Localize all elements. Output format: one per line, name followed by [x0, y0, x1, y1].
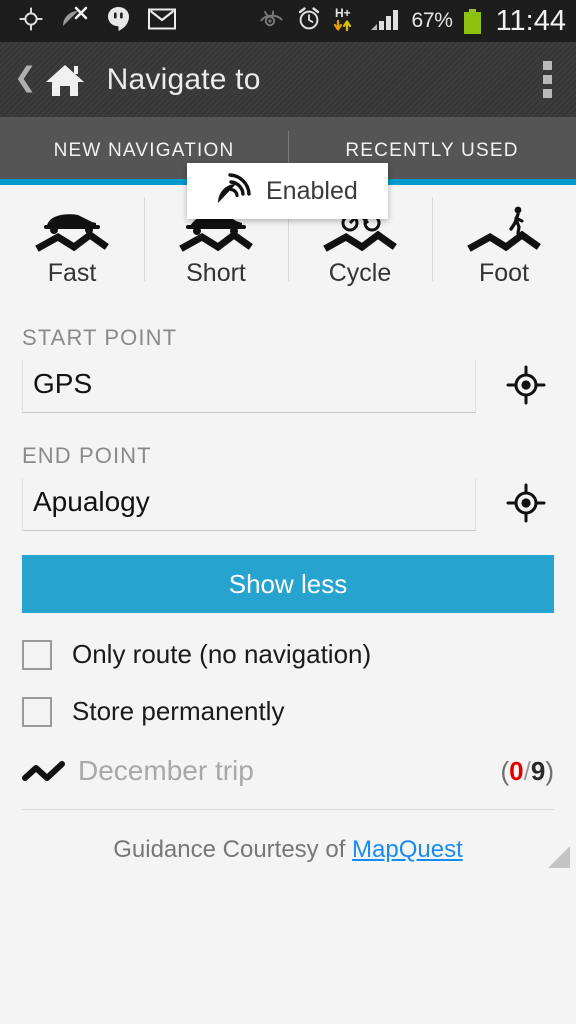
- option-only-route[interactable]: Only route (no navigation): [0, 639, 576, 670]
- route-mode-short-label: Short: [186, 259, 246, 287]
- footer-divider: [22, 809, 554, 810]
- hplus-data-icon: H+: [333, 5, 359, 38]
- eye-off-icon: [259, 9, 285, 34]
- route-mode-fast[interactable]: Fast: [0, 193, 144, 295]
- tab-new-navigation-label: NEW NAVIGATION: [53, 140, 235, 161]
- trip-count-paren-open: (: [500, 755, 510, 786]
- route-mode-foot-label: Foot: [478, 259, 530, 287]
- battery-percent-label: 67%: [411, 9, 453, 32]
- app-screen: H+ 67% 11:44 ❮ Navigate to NEW NAVIGATIO…: [0, 0, 576, 1024]
- store-permanently-label: Store permanently: [72, 696, 285, 726]
- battery-icon: [463, 8, 481, 34]
- svg-text:H+: H+: [335, 6, 351, 20]
- my-location-icon-start[interactable]: [498, 357, 554, 413]
- only-route-checkbox[interactable]: [22, 639, 52, 670]
- status-bar: H+ 67% 11:44: [0, 0, 576, 42]
- trip-count: (0/9): [500, 756, 554, 787]
- route-mode-foot[interactable]: Foot: [432, 193, 576, 295]
- gps-enabled-toast: Enabled: [187, 163, 388, 219]
- resize-grip-handle[interactable]: [548, 846, 570, 868]
- trip-count-done: 0: [509, 755, 524, 786]
- start-point-block: START POINT GPS: [0, 325, 576, 413]
- footer-text: Guidance Courtesy of: [113, 836, 346, 863]
- footer-attribution: Guidance Courtesy of MapQuest: [0, 836, 576, 864]
- gmail-icon: [148, 8, 176, 35]
- gps-crosshair-icon: [18, 6, 44, 37]
- tab-recently-used-label: RECENTLY USED: [345, 140, 519, 161]
- status-bar-left-icons: [18, 6, 176, 37]
- page-title: Navigate to: [106, 62, 261, 96]
- store-permanently-checkbox[interactable]: [22, 696, 52, 727]
- walking-route-icon: [458, 205, 550, 257]
- end-point-row: Apualogy: [22, 475, 554, 531]
- trip-count-total: 9: [530, 755, 546, 786]
- trip-name: December trip: [78, 755, 254, 786]
- trip-row[interactable]: December trip (0/9): [0, 743, 576, 799]
- back-chevron-icon[interactable]: ❮: [10, 64, 41, 95]
- end-point-input[interactable]: Apualogy: [22, 478, 476, 531]
- end-point-label: END POINT: [22, 443, 152, 468]
- satellite-off-icon: [61, 6, 89, 37]
- mapquest-link[interactable]: MapQuest: [352, 836, 463, 863]
- start-point-row: GPS: [22, 357, 554, 413]
- only-route-label: Only route (no navigation): [72, 639, 372, 669]
- convertible-car-route-icon: [26, 205, 118, 257]
- route-zigzag-icon: [22, 758, 68, 784]
- home-icon[interactable]: [43, 58, 87, 102]
- my-location-icon-end[interactable]: [498, 475, 554, 531]
- start-point-label: START POINT: [22, 325, 178, 350]
- end-point-block: END POINT Apualogy: [0, 443, 576, 531]
- action-bar: ❮ Navigate to: [0, 42, 576, 117]
- route-mode-fast-label: Fast: [47, 259, 97, 287]
- option-store-permanently[interactable]: Store permanently: [0, 696, 576, 727]
- toast-label: Enabled: [266, 176, 358, 205]
- route-mode-cycle-label: Cycle: [328, 259, 392, 287]
- alarm-icon: [296, 6, 322, 37]
- signal-bars-icon: [370, 7, 400, 36]
- show-less-button[interactable]: Show less: [22, 555, 554, 613]
- status-bar-right-icons: H+ 67% 11:44: [259, 5, 566, 38]
- overflow-menu-icon[interactable]: [537, 55, 558, 104]
- clock-label: 11:44: [495, 4, 566, 37]
- show-less-button-label: Show less: [228, 568, 348, 599]
- hangouts-icon: [106, 6, 131, 37]
- trip-count-paren-close: ): [545, 755, 554, 786]
- start-point-input[interactable]: GPS: [22, 360, 476, 413]
- trip-count-separator: /: [523, 755, 531, 786]
- gps-satellite-icon: [214, 170, 252, 213]
